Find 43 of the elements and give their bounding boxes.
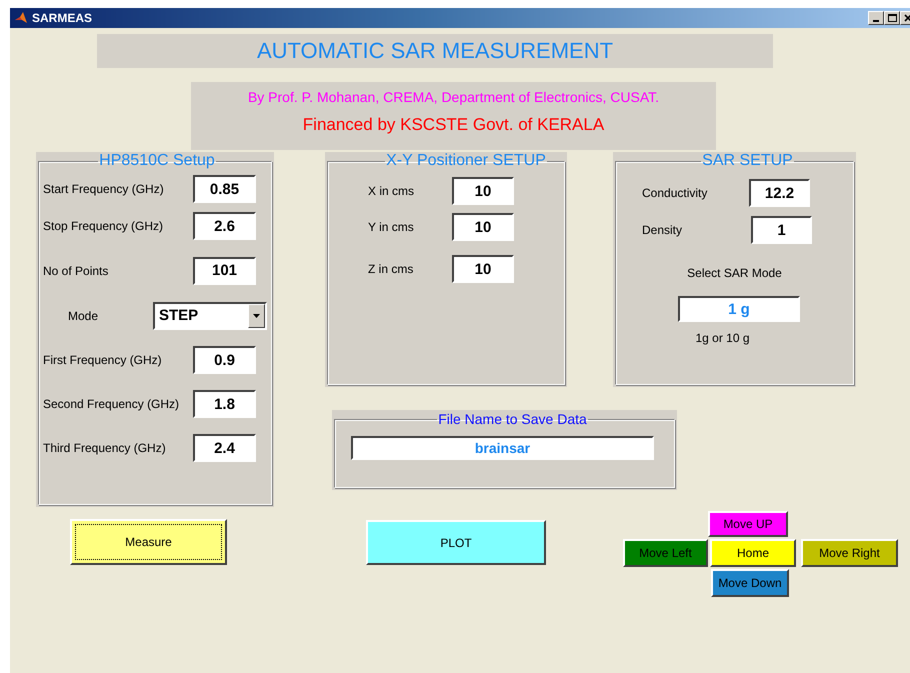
app-heading: AUTOMATIC SAR MEASUREMENT [97,34,773,68]
field-label: Y in cms [368,220,415,234]
input-field[interactable]: 10 [452,213,514,241]
credit-text: Financed by KSCSTE Govt. of KERALA [302,115,604,135]
mode-label: Select SAR Mode [687,266,782,280]
field-label: First Frequency (GHz) [43,353,163,367]
field-label: Start Frequency (GHz) [43,182,165,196]
mode-dropdown[interactable]: STEP [153,302,267,330]
input-field[interactable]: 0.9 [193,346,256,374]
file-name-field[interactable]: brainsar [351,436,654,460]
field-label: Z in cms [368,262,414,276]
input-field[interactable]: 2.4 [193,434,256,462]
input-field[interactable]: 2.6 [193,212,256,240]
field-label: Conductivity [642,186,708,200]
input-field[interactable]: 10 [452,177,514,205]
field-label: Mode [67,308,100,322]
move-button[interactable]: Home [710,539,796,567]
sar-mode-field[interactable]: 1 g [678,296,800,322]
panel-title: X-Y Positioner SETUP [385,152,547,170]
field-label: X in cms [368,184,416,198]
move-button[interactable]: Move Left [623,539,708,567]
input-field[interactable]: 10 [452,255,514,283]
move-button[interactable]: Move UP [708,511,788,537]
mode-hint: 1g or 10 g [695,331,750,345]
field-label: Third Frequency (GHz) [43,441,167,455]
plot-button[interactable]: PLOT [366,520,546,565]
input-field[interactable]: 12.2 [749,179,810,207]
panel-title: SAR SETUP [701,152,794,170]
field-label: Second Frequency (GHz) [43,397,180,411]
window-title: SARMEAS [32,11,94,25]
panel-title: HP8510C Setup [98,152,216,170]
input-field[interactable]: 101 [193,256,256,284]
measure-button[interactable]: Measure [70,519,227,565]
field-label: No of Points [43,264,110,278]
field-label: Stop Frequency (GHz) [43,219,164,233]
panel-title: File Name to Save Data [437,410,588,428]
move-button[interactable]: Move Down [711,569,789,597]
input-field[interactable]: 1.8 [193,390,256,418]
field-label: Density [642,223,684,237]
credit-text: By Prof. P. Mohanan, CREMA, Department of Electronics, CUSAT. [248,89,660,105]
input-field[interactable]: 1 [751,216,812,244]
move-button[interactable]: Move Right [801,539,898,567]
input-field[interactable]: 0.85 [193,175,256,203]
